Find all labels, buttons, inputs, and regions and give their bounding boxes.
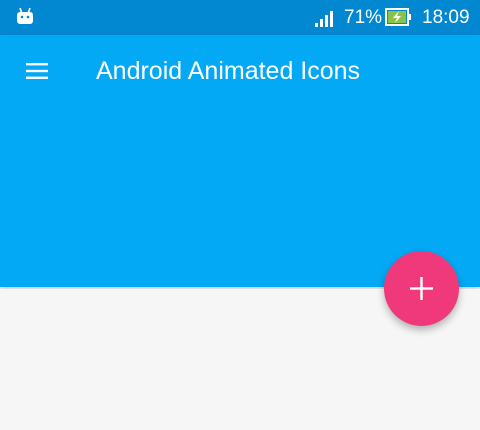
status-clock: 18:09: [422, 7, 470, 28]
menu-button[interactable]: [16, 55, 58, 87]
hamburger-menu-icon: [26, 63, 48, 79]
app-screen: 71% 18:09 Android Animated Icons: [0, 0, 480, 430]
status-bar: 71% 18:09: [0, 0, 480, 35]
cell-signal-icon: [314, 9, 338, 27]
android-robot-icon: [16, 7, 34, 25]
page-title: Android Animated Icons: [96, 57, 361, 85]
plus-icon: [410, 277, 433, 300]
app-toolbar: Android Animated Icons: [0, 35, 480, 287]
add-button[interactable]: [384, 251, 459, 326]
battery-charging-icon: [385, 7, 413, 27]
battery-percentage: 71%: [344, 7, 383, 28]
